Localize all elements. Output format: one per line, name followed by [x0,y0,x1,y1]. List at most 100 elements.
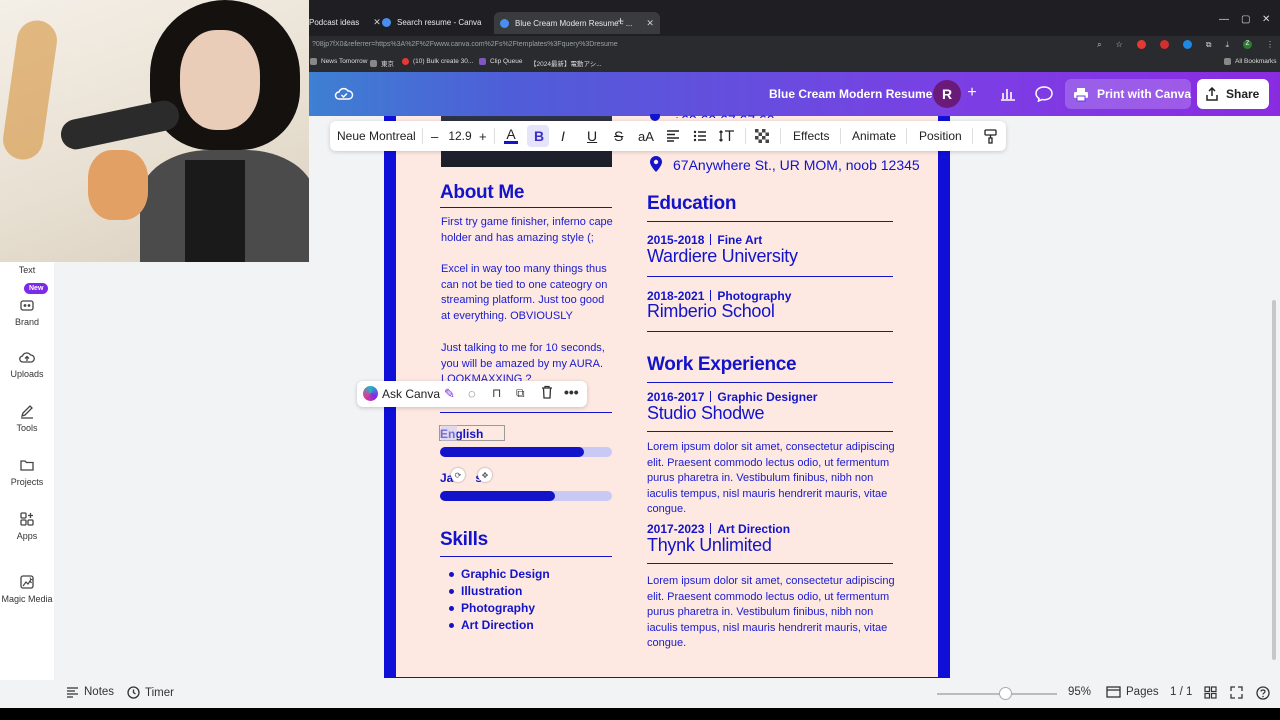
close-icon[interactable]: ✕ [373,17,381,28]
close-icon[interactable]: ✕ [646,18,654,29]
sidebar-item-text[interactable]: Text [0,265,54,275]
paint-format-icon[interactable] [984,121,997,151]
education-school[interactable]: Wardiere University [647,246,798,267]
work-description[interactable]: Lorem ipsum dolor sit amet, consectetur … [647,574,897,652]
about-paragraph-2[interactable]: Excel in way too many things thus can no… [441,262,613,324]
document-title[interactable]: Blue Cream Modern Resume [769,87,932,101]
collaborator-avatar[interactable]: R [933,80,961,108]
bookmark-item[interactable]: 東京 [370,58,394,68]
notes-button[interactable]: Notes [66,686,114,698]
new-tab-icon[interactable]: + [617,14,624,28]
comment-add-icon[interactable]: ◌ [468,386,476,401]
bookmark-item[interactable]: 【2024最新】電動アシ... [530,58,602,68]
cloud-saved-icon[interactable] [334,84,354,104]
location-pin-icon [650,156,662,172]
skills-heading[interactable]: Skills [440,529,488,551]
comment-icon[interactable] [1029,80,1059,108]
underline-button[interactable]: U [587,121,597,151]
restore-icon[interactable]: ▢ [1241,14,1250,25]
help-icon[interactable] [1256,686,1270,700]
rotate-handle-icon[interactable]: ⟳ [451,468,465,482]
print-with-canva-button[interactable]: Print with Canva [1065,79,1191,109]
bookmark-item[interactable]: News Tomorrow [310,58,367,65]
tab-podcast-ideas[interactable]: Podcast ideas ✕ [309,12,381,32]
canvas-scrollbar[interactable] [1272,300,1276,660]
close-window-icon[interactable]: ✕ [1262,14,1270,25]
grid-view-icon[interactable] [1204,686,1217,699]
bold-button[interactable]: B [534,121,544,151]
extension-icon[interactable] [1136,40,1146,49]
pinterest-icon[interactable] [1159,40,1169,49]
more-options-icon[interactable]: ••• [564,384,579,400]
section-divider [647,431,893,432]
minimize-icon[interactable]: — [1219,14,1229,25]
section-divider [440,556,612,557]
sidebar-item-projects[interactable]: Projects [0,457,54,487]
tab-blue-cream-resume[interactable]: Blue Cream Modern Resume - ... ✕ [494,12,660,34]
work-meta[interactable]: 2017-2023 Art Direction [647,522,790,536]
meta-separator [710,391,712,402]
fullscreen-icon[interactable] [1230,686,1243,699]
bullet-list-icon[interactable] [693,121,707,151]
sidebar-item-uploads[interactable]: Uploads [0,349,54,379]
effects-button[interactable]: Effects [793,121,829,151]
move-handle-icon[interactable]: ✥ [478,468,492,482]
work-experience-heading[interactable]: Work Experience [647,354,797,376]
zoom-slider-thumb[interactable] [999,687,1012,700]
extensions-puzzle-icon[interactable]: ⧉ [1206,40,1212,50]
position-button[interactable]: Position [919,121,962,151]
trash-icon[interactable] [541,385,553,404]
about-paragraph-1[interactable]: First try game finisher, inferno cape ho… [441,215,613,246]
zoom-slider-track[interactable] [937,693,1057,695]
timer-label: Timer [145,686,174,699]
skills-list[interactable]: Graphic Design Illustration Photography … [447,567,550,635]
transparency-icon[interactable] [755,121,769,151]
align-left-icon[interactable] [666,121,680,151]
work-meta[interactable]: 2016-2017 Graphic Designer [647,390,817,404]
bookmark-item[interactable]: Clip Queue [479,58,523,65]
work-company[interactable]: Thynk Unlimited [647,535,772,556]
lock-icon[interactable]: ⊓ [492,386,501,400]
download-icon[interactable]: ⤓ [1225,40,1229,50]
letter-case-button[interactable]: aA [638,121,654,151]
work-description[interactable]: Lorem ipsum dolor sit amet, consectetur … [647,440,897,518]
strikethrough-button[interactable]: S [614,121,623,151]
contact-phone: +69 60 67 67 60 [673,112,775,118]
about-paragraph-3[interactable]: Just talking to me for 10 seconds, you w… [441,341,613,381]
pages-button[interactable]: Pages [1106,686,1159,698]
webcam-overlay [0,0,309,262]
extension-icon[interactable] [1182,40,1192,49]
add-collaborator-icon[interactable]: + [963,84,981,102]
folder-icon [370,59,377,67]
language-level-bar [440,491,612,501]
all-bookmarks[interactable]: All Bookmarks [1224,58,1277,65]
education-meta[interactable]: 2015-2018 Fine Art [647,233,762,247]
animate-button[interactable]: Animate [852,121,896,151]
italic-button[interactable]: I [561,121,565,151]
address-text[interactable]: ?08jp7fX0&referrer=https%3A%2F%2Fwww.can… [312,41,618,48]
tab-label: Podcast ideas [309,17,360,27]
timer-button[interactable]: Timer [127,686,174,699]
insights-chart-icon[interactable] [993,80,1023,108]
magic-wand-icon[interactable]: ✎ [444,386,462,402]
apps-grid-icon [20,512,34,526]
bookmark-item[interactable]: (10) Bulk create 30... [402,58,473,65]
education-school[interactable]: Rimberio School [647,301,775,322]
menu-dots-icon[interactable]: ⋮ [1266,40,1274,49]
ask-canva-button[interactable]: Ask Canva [382,387,440,401]
zoom-level[interactable]: 95% [1068,686,1091,698]
star-icon[interactable]: ☆ [1116,40,1123,49]
canva-favicon-icon [500,18,509,28]
sidebar-item-brand[interactable]: Brand [0,297,54,327]
sidebar-item-apps[interactable]: Apps [0,511,54,541]
duplicate-icon[interactable]: ⧉ [516,386,525,401]
profile-avatar[interactable]: Z [1243,40,1252,49]
share-button[interactable]: Share [1197,79,1269,109]
about-me-heading[interactable]: About Me [440,182,524,204]
sidebar-item-tools[interactable]: Tools [0,403,54,433]
line-spacing-icon[interactable] [719,121,735,151]
education-heading[interactable]: Education [647,193,736,215]
zoom-icon[interactable]: ⌕ [1097,40,1101,50]
sidebar-item-magic-media[interactable]: Magic Media [0,574,54,604]
work-company[interactable]: Studio Shodwe [647,403,764,424]
